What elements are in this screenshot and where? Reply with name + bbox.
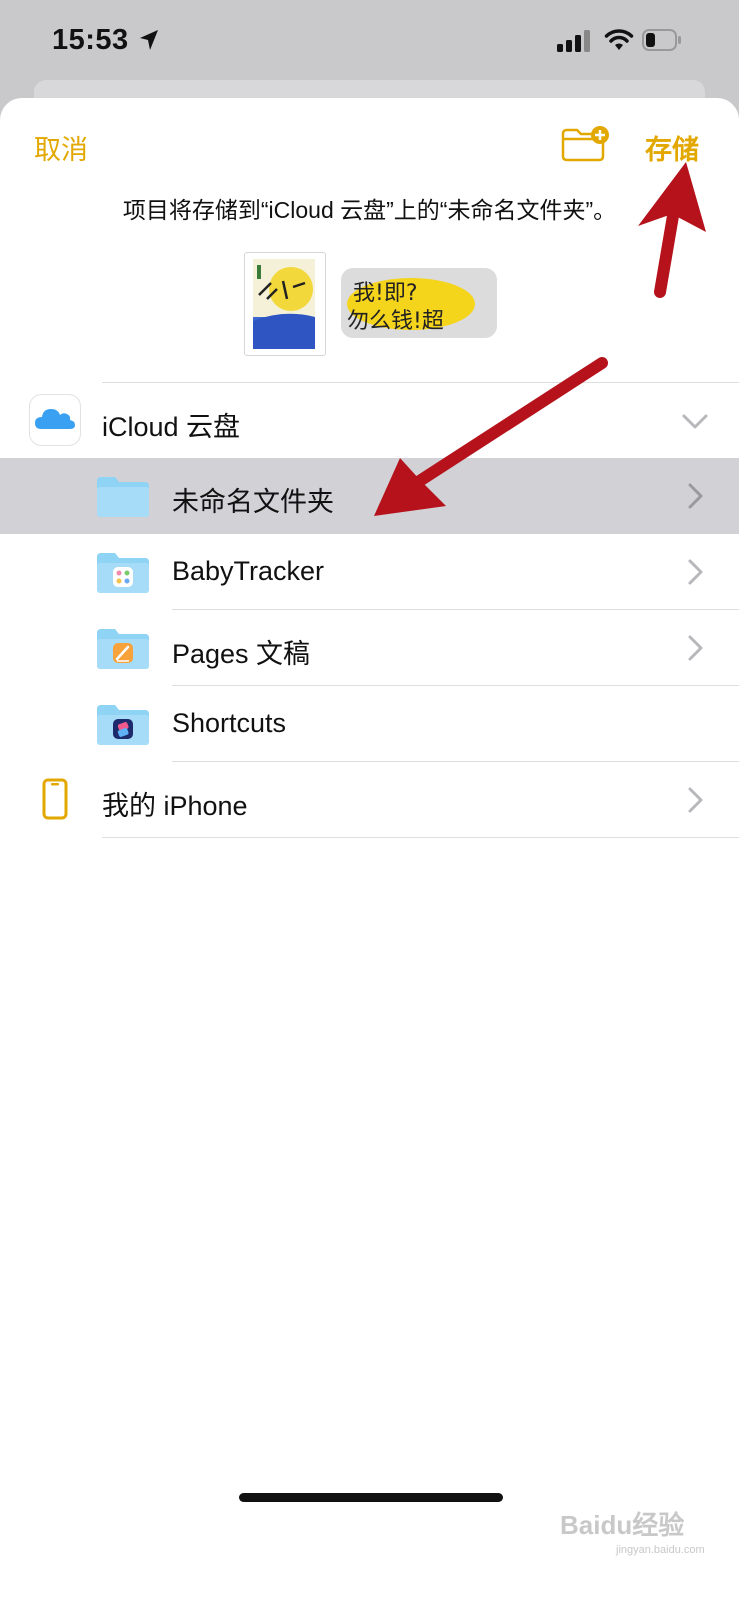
chevron-down-icon[interactable] xyxy=(681,407,709,435)
divider xyxy=(102,837,739,838)
location-label: iCloud 云盘 xyxy=(102,412,241,442)
cellular-signal-icon xyxy=(557,30,590,52)
folder-row-babytracker[interactable]: BabyTracker xyxy=(0,534,739,610)
iphone-icon xyxy=(42,778,68,820)
folder-row-shortcuts[interactable]: Shortcuts xyxy=(0,686,739,762)
home-indicator[interactable] xyxy=(239,1493,503,1502)
folder-label: 未命名文件夹 xyxy=(172,487,334,517)
document-thumbnail-image xyxy=(253,259,315,349)
location-label: 我的 iPhone xyxy=(102,791,248,821)
chevron-right-icon xyxy=(688,483,703,509)
status-bar: 15:53 xyxy=(0,0,739,90)
chevron-right-icon xyxy=(688,787,703,813)
chevron-right-icon xyxy=(688,559,703,585)
shortcuts-folder-icon xyxy=(97,705,149,745)
cancel-button[interactable]: 取消 xyxy=(34,128,88,167)
icloud-icon xyxy=(29,394,81,446)
watermark-url: jingyan.baidu.com xyxy=(616,1544,705,1556)
image-thumbnail: 我!即? 勿么钱!超 xyxy=(341,268,497,338)
location-icloud-drive[interactable]: iCloud 云盘 xyxy=(0,383,739,459)
babytracker-folder-icon xyxy=(97,553,149,593)
watermark-logo: Baidu经验 xyxy=(560,1510,685,1540)
chevron-right-icon xyxy=(688,635,703,661)
save-sheet: 取消 存储 项目将存储到“iCloud 云盘”上的“未命名文件夹”。 我!即? … xyxy=(0,98,739,1600)
save-button[interactable]: 存储 xyxy=(645,128,699,167)
folder-row-unnamed[interactable]: 未命名文件夹 xyxy=(0,458,739,534)
image-thumbnail-text-1: 我!即? xyxy=(353,281,418,306)
status-time: 15:53 xyxy=(52,24,129,56)
document-thumbnail xyxy=(244,252,326,356)
folder-label: Pages 文稿 xyxy=(172,639,311,669)
location-my-iphone[interactable]: 我的 iPhone xyxy=(0,762,739,838)
battery-icon xyxy=(642,29,681,51)
wifi-icon xyxy=(604,29,634,50)
folder-plus-icon[interactable] xyxy=(561,126,611,162)
save-destination-text: 项目将存储到“iCloud 云盘”上的“未命名文件夹”。 xyxy=(122,197,617,223)
location-arrow-icon xyxy=(140,30,158,50)
pages-folder-icon xyxy=(97,629,149,669)
folder-row-pages[interactable]: Pages 文稿 xyxy=(0,610,739,686)
folder-label: BabyTracker xyxy=(172,556,325,586)
folder-icon xyxy=(97,477,149,517)
image-thumbnail-text-2: 勿么钱!超 xyxy=(347,309,444,334)
folder-label: Shortcuts xyxy=(172,708,287,738)
